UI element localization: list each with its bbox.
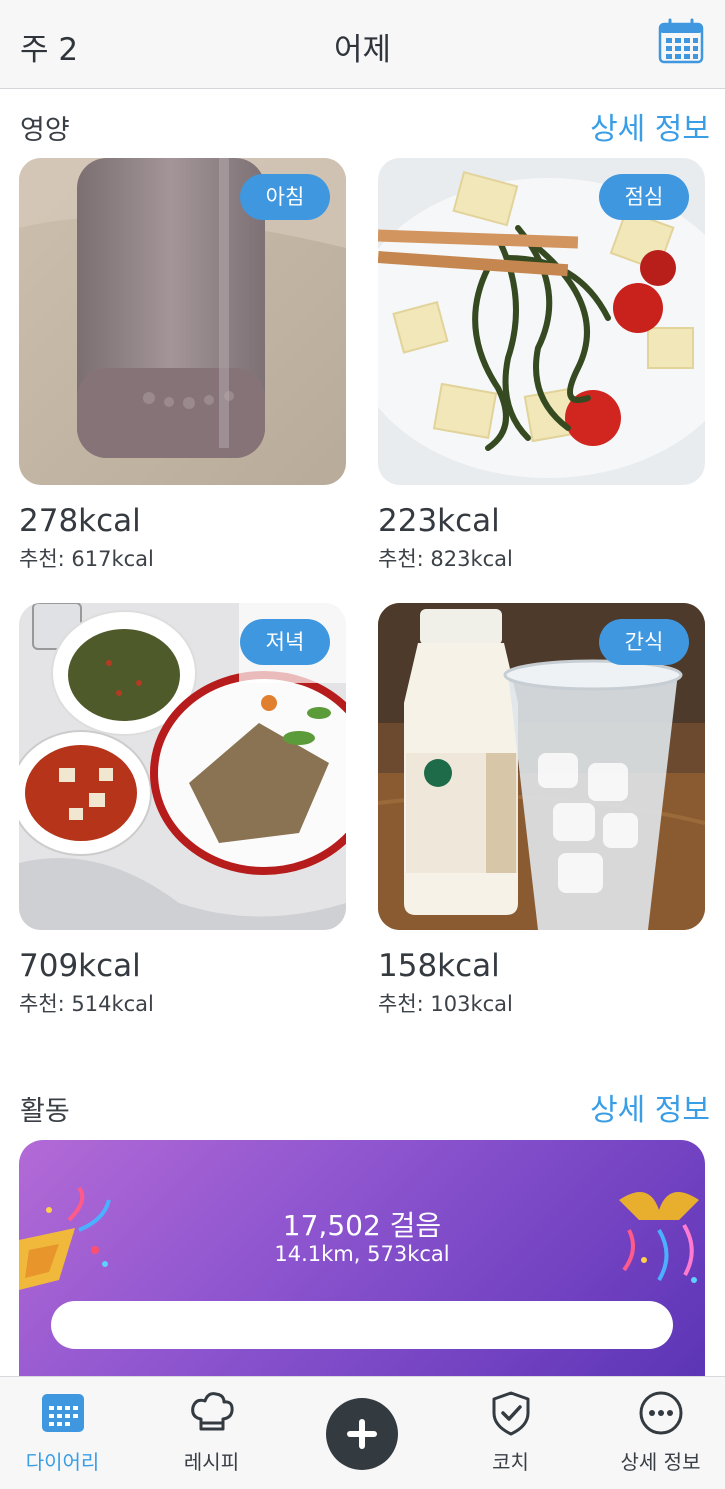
calendar-icon[interactable] <box>657 18 705 66</box>
steps-progress-bar <box>51 1301 673 1349</box>
steps-count: 17,502 걸음 <box>282 1209 442 1242</box>
meal-tag-lunch: 점심 <box>599 174 689 220</box>
meal-recommended: 추천: 514kcal <box>19 992 154 1016</box>
meal-card-snack[interactable]: 간식 158kcal 추천: 103kcal <box>378 603 705 1018</box>
page-title: 어제 <box>333 32 392 68</box>
nutrition-header: 영양 상세 정보 <box>20 104 710 147</box>
tab-label: 상세 정보 <box>620 1450 701 1474</box>
meal-card-breakfast[interactable]: 아침 278kcal 추천: 617kcal <box>19 158 346 573</box>
activity-details-link[interactable]: 상세 정보 <box>590 1085 710 1129</box>
tab-label: 레시피 <box>183 1450 240 1474</box>
meal-card-dinner[interactable]: 저녁 709kcal 추천: 514kcal <box>19 603 346 1018</box>
breakfast-photo[interactable]: 아침 <box>19 158 346 485</box>
meal-tag-snack: 간식 <box>599 619 689 665</box>
steps-progress-fill <box>51 1301 673 1349</box>
nutrition-title: 영양 <box>20 115 70 146</box>
nutrition-details-link[interactable]: 상세 정보 <box>590 104 710 148</box>
tab-label: 다이어리 <box>25 1450 100 1474</box>
shield-check-icon <box>492 1391 529 1436</box>
activity-summary: 14.1km, 573kcal <box>274 1242 450 1266</box>
tab-diary[interactable]: 다이어리 <box>0 1377 135 1489</box>
meal-kcal: 709kcal <box>19 948 141 984</box>
snack-photo[interactable]: 간식 <box>378 603 705 930</box>
plus-icon <box>347 1419 377 1449</box>
tab-label: 코치 <box>492 1450 529 1474</box>
top-bar: 주 2 어제 <box>0 0 725 89</box>
chef-hat-icon <box>190 1392 234 1431</box>
meal-recommended: 추천: 103kcal <box>378 992 513 1016</box>
tab-more[interactable]: 상세 정보 <box>588 1377 725 1489</box>
meal-tag-dinner: 저녁 <box>240 619 330 665</box>
more-icon <box>639 1391 682 1435</box>
lunch-photo[interactable]: 점심 <box>378 158 705 485</box>
activity-header: 활동 상세 정보 <box>20 1085 710 1128</box>
meal-recommended: 추천: 617kcal <box>19 547 154 571</box>
tab-coach[interactable]: 코치 <box>438 1377 583 1489</box>
meal-kcal: 223kcal <box>378 503 500 539</box>
meal-kcal: 278kcal <box>19 503 141 539</box>
tab-recipes[interactable]: 레시피 <box>139 1377 284 1489</box>
meal-card-lunch[interactable]: 점심 223kcal 추천: 823kcal <box>378 158 705 573</box>
add-button[interactable] <box>326 1398 398 1470</box>
activity-card[interactable]: 17,502 걸음 14.1km, 573kcal <box>19 1140 705 1380</box>
calendar-icon <box>41 1394 84 1432</box>
meal-recommended: 추천: 823kcal <box>378 547 513 571</box>
dinner-photo[interactable]: 저녁 <box>19 603 346 930</box>
activity-title: 활동 <box>20 1096 70 1127</box>
meal-kcal: 158kcal <box>378 948 500 984</box>
meal-tag-breakfast: 아침 <box>240 174 330 220</box>
party-popper-icon <box>619 1192 699 1283</box>
